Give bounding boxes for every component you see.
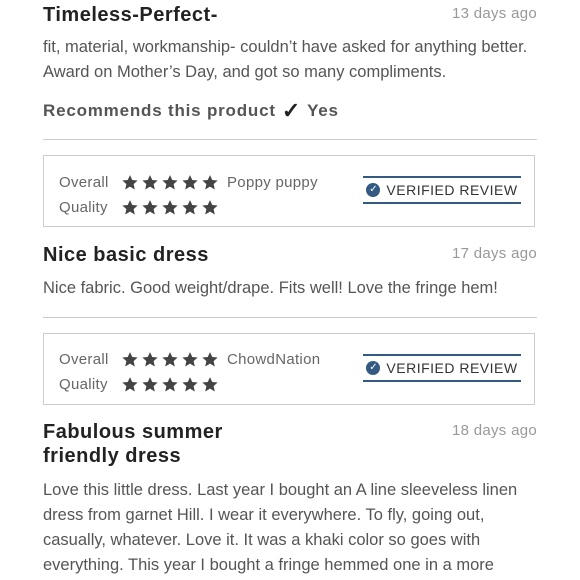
overall-rating-row: Overall Poppy puppy	[59, 174, 318, 191]
review-header: Nice basic dress 17 days ago	[43, 243, 537, 267]
quality-rating-row: Quality	[59, 199, 219, 216]
review-body: Love this little dress. Last year I boug…	[43, 481, 518, 574]
review-body: fit, material, workmanship- couldn’t hav…	[43, 38, 528, 81]
rating-box: Overall Poppy puppy Quality ✓ VERIFIED R…	[43, 155, 535, 227]
star-icon	[122, 377, 138, 392]
verified-review-badge: ✓ VERIFIED REVIEW	[363, 176, 521, 204]
star-icon	[182, 377, 198, 392]
star-icon	[182, 175, 198, 190]
overall-stars	[121, 174, 219, 191]
star-icon	[122, 352, 138, 367]
divider	[43, 317, 537, 318]
star-icon	[162, 377, 178, 392]
verified-label: VERIFIED REVIEW	[386, 360, 518, 376]
review-title: Timeless-Perfect-	[43, 4, 218, 26]
verified-check-icon: ✓	[366, 361, 381, 375]
star-icon	[202, 377, 218, 392]
reviewer-name[interactable]: ChowdNation	[227, 351, 320, 368]
review-header: Fabulous summer friendly dress 18 days a…	[43, 420, 537, 468]
star-icon	[202, 352, 218, 367]
reviewer-name[interactable]: Poppy puppy	[227, 174, 318, 191]
overall-label: Overall	[59, 174, 109, 191]
verified-check-icon: ✓	[366, 183, 381, 197]
review-date: 13 days ago	[451, 5, 537, 22]
star-icon	[142, 377, 158, 392]
star-icon	[142, 352, 158, 367]
divider	[43, 139, 537, 140]
star-icon	[162, 200, 178, 215]
star-icon	[182, 200, 198, 215]
recommends-value: Yes	[307, 101, 339, 120]
star-icon	[142, 175, 158, 190]
overall-label: Overall	[59, 351, 109, 368]
review-body: Nice fabric. Good weight/drape. Fits wel…	[43, 279, 498, 297]
review-title: Fabulous summer friendly dress	[43, 421, 223, 467]
star-icon	[122, 200, 138, 215]
checkmark-icon: ✓	[281, 98, 302, 123]
review-title: Nice basic dress	[43, 244, 209, 266]
rating-box: Overall ChowdNation Quality ✓ VERIFIED R…	[43, 333, 535, 405]
verified-label: VERIFIED REVIEW	[386, 182, 518, 198]
review-header: Timeless-Perfect- 13 days ago	[43, 3, 537, 27]
star-icon	[162, 352, 178, 367]
star-icon	[142, 200, 158, 215]
star-icon	[182, 352, 198, 367]
quality-label: Quality	[59, 376, 108, 393]
quality-label: Quality	[59, 199, 108, 216]
star-icon	[202, 175, 218, 190]
recommends-label: Recommends this product	[43, 101, 276, 120]
review-date: 17 days ago	[451, 245, 537, 262]
quality-stars	[121, 199, 219, 216]
star-icon	[122, 175, 138, 190]
star-icon	[202, 200, 218, 215]
reviews-page: Timeless-Perfect- 13 days ago fit, mater…	[0, 0, 580, 580]
star-icon	[162, 175, 178, 190]
quality-rating-row: Quality	[59, 376, 219, 393]
review-date: 18 days ago	[451, 422, 537, 439]
recommends-row: Recommends this product ✓ Yes	[43, 98, 339, 124]
overall-stars	[121, 351, 219, 368]
verified-review-badge: ✓ VERIFIED REVIEW	[363, 354, 521, 382]
quality-stars	[121, 376, 219, 393]
overall-rating-row: Overall ChowdNation	[59, 351, 320, 368]
